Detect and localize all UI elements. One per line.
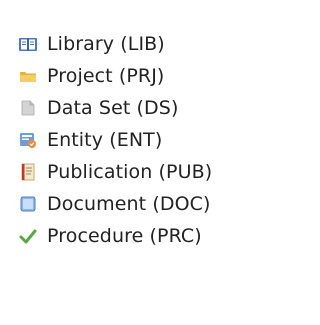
legend-item-label: Procedure (PRC)	[47, 225, 202, 247]
legend-item-label: Library (LIB)	[47, 33, 165, 55]
legend-item-document: Document (DOC)	[18, 188, 211, 220]
legend-item-publication: Publication (PUB)	[18, 156, 212, 188]
dataset-icon	[18, 98, 38, 118]
legend-item-procedure: Procedure (PRC)	[18, 220, 202, 252]
legend-item-label: Project (PRJ)	[47, 65, 165, 87]
entity-icon	[18, 130, 38, 150]
legend-item-library: Library (LIB)	[18, 28, 165, 60]
legend-item-label: Entity (ENT)	[47, 129, 163, 151]
legend-item-project: Project (PRJ)	[18, 60, 164, 92]
publication-icon	[18, 162, 38, 182]
document-icon	[18, 194, 38, 214]
legend-item-label: Document (DOC)	[47, 193, 211, 215]
library-icon	[18, 34, 38, 54]
object-type-legend: Library (LIB) Project (PRJ) Data Set (DS…	[0, 0, 283, 325]
checkmark-icon	[18, 226, 38, 246]
legend-item-dataset: Data Set (DS)	[18, 92, 178, 124]
legend-item-entity: Entity (ENT)	[18, 124, 162, 156]
legend-item-label: Publication (PUB)	[47, 161, 213, 183]
legend-item-label: Data Set (DS)	[47, 97, 179, 119]
folder-icon	[18, 66, 38, 86]
